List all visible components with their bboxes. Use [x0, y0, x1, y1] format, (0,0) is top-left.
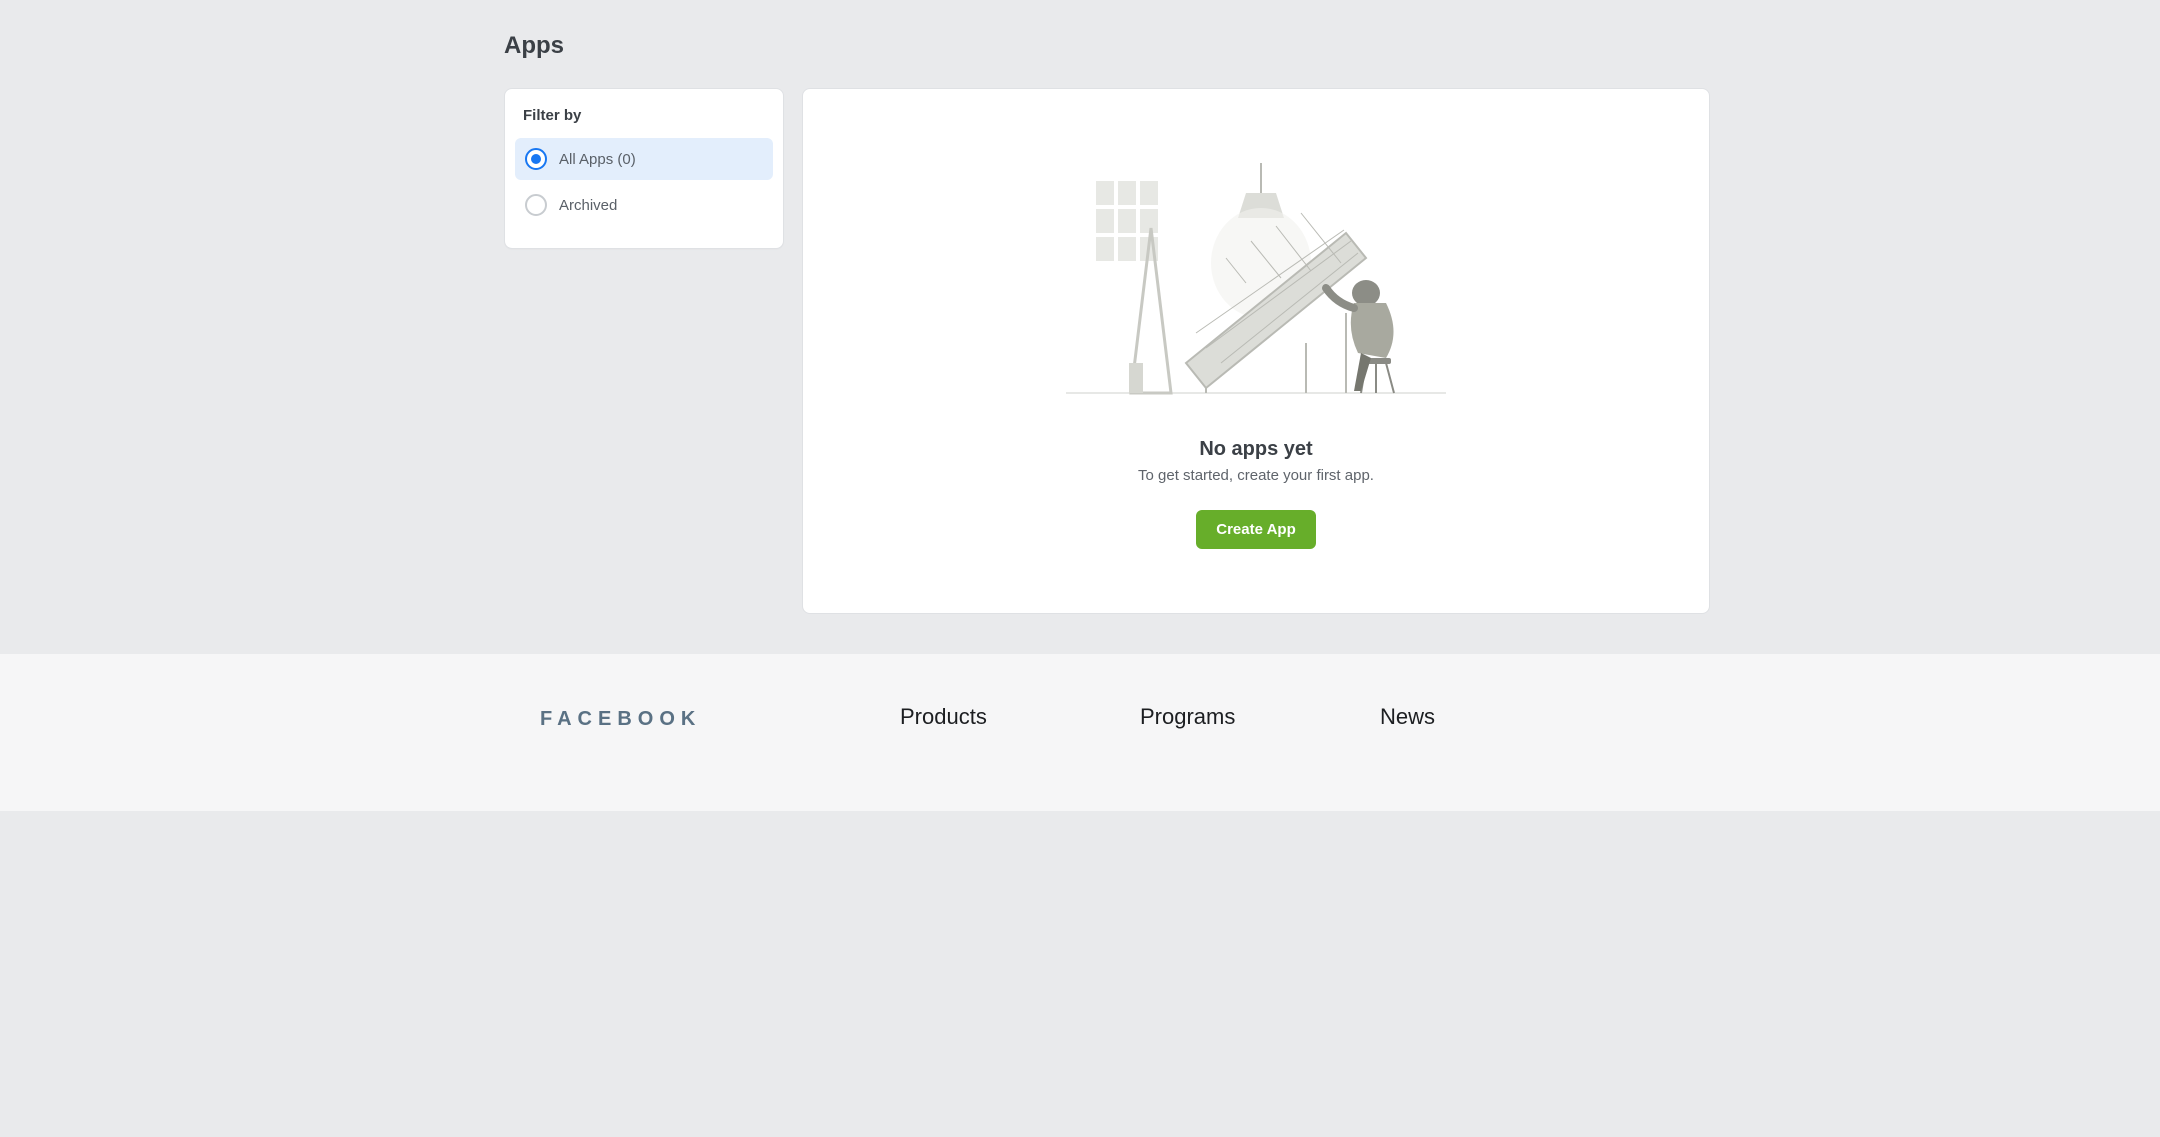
empty-state-title: No apps yet [1199, 438, 1312, 461]
filter-heading: Filter by [515, 107, 773, 138]
footer-column-products[interactable]: Products [900, 704, 1140, 730]
footer-column-programs[interactable]: Programs [1140, 704, 1380, 730]
radio-checked-icon [525, 148, 547, 170]
page-footer: FACEBOOK Products Programs News [0, 654, 2160, 811]
empty-state-illustration [1066, 163, 1446, 398]
empty-state-subtitle: To get started, create your first app. [1138, 467, 1374, 484]
create-app-button[interactable]: Create App [1196, 510, 1315, 549]
page-title: Apps [410, 0, 1750, 60]
footer-brand-logo: FACEBOOK [540, 704, 900, 731]
filter-option-label: Archived [559, 197, 617, 214]
filter-sidebar: Filter by All Apps (0) Archived [504, 88, 784, 249]
footer-column-news[interactable]: News [1380, 704, 1620, 730]
apps-main-panel: No apps yet To get started, create your … [802, 88, 1710, 614]
filter-option-all-apps[interactable]: All Apps (0) [515, 138, 773, 180]
filter-option-archived[interactable]: Archived [515, 184, 773, 226]
filter-option-label: All Apps (0) [559, 151, 636, 168]
radio-unchecked-icon [525, 194, 547, 216]
